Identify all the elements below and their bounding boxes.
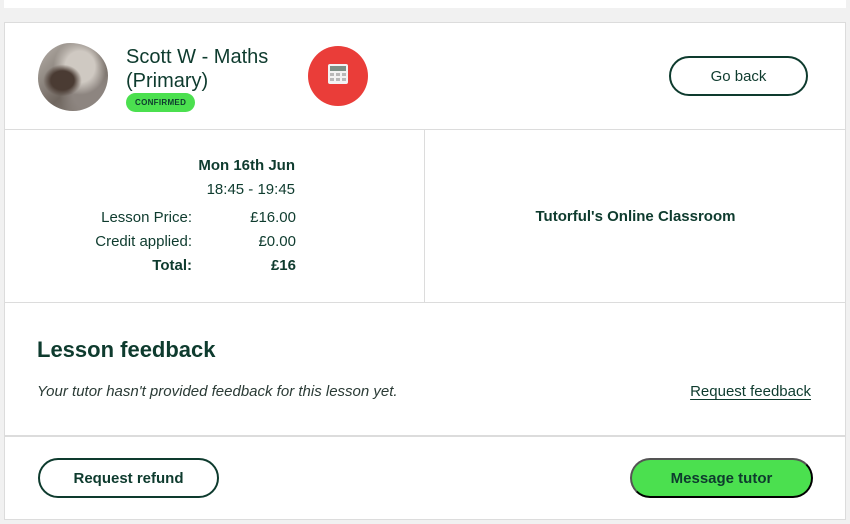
credit-label: Credit applied:: [95, 233, 192, 250]
price-label: Lesson Price:: [101, 209, 192, 226]
lesson-actions: Request refund Message tutor: [5, 437, 845, 521]
calculator-icon: [327, 63, 349, 90]
credit-value: £0.00: [258, 233, 296, 250]
request-feedback-link[interactable]: Request feedback: [690, 383, 811, 400]
lesson-card: Scott W - Maths (Primary) CONFIRMED Go b…: [4, 22, 846, 520]
total-label: Total:: [152, 257, 192, 274]
tutor-avatar: [38, 43, 108, 111]
lesson-location: Tutorful's Online Classroom: [535, 207, 736, 225]
top-strip: [4, 0, 846, 8]
feedback-title: Lesson feedback: [37, 337, 216, 362]
tutor-name: Scott W - Maths (Primary): [126, 46, 269, 92]
lesson-time: 18:45 - 19:45: [206, 181, 295, 198]
feedback-message: Your tutor hasn't provided feedback for …: [37, 383, 398, 400]
request-refund-button[interactable]: Request refund: [38, 458, 219, 498]
total-value: £16: [270, 257, 296, 274]
message-tutor-button[interactable]: Message tutor: [630, 458, 813, 498]
status-badge: CONFIRMED: [126, 93, 196, 112]
go-back-button[interactable]: Go back: [669, 56, 808, 96]
lesson-header: Scott W - Maths (Primary) CONFIRMED Go b…: [5, 23, 845, 130]
lesson-feedback-section: Lesson feedback Your tutor hasn't provid…: [5, 303, 845, 437]
price-value: £16.00: [250, 209, 296, 226]
lesson-date: Mon 16th Jun: [198, 157, 295, 174]
lesson-summary: Mon 16th Jun 18:45 - 19:45 Lesson Price:…: [5, 130, 425, 302]
subject-calculator-button[interactable]: [308, 46, 368, 106]
lesson-details: Mon 16th Jun 18:45 - 19:45 Lesson Price:…: [5, 130, 845, 303]
